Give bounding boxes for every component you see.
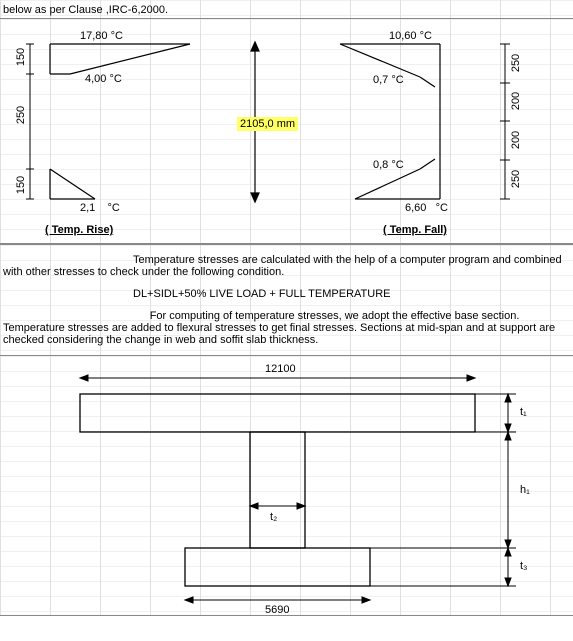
right-dim-3: 200 — [510, 131, 522, 149]
rise-t3: 2,1 °C — [80, 202, 120, 214]
fall-t3: 0,8 °C — [373, 159, 404, 171]
fall-t2: 0,7 °C — [373, 74, 404, 86]
fall-t4: 6,60 °C — [405, 202, 448, 214]
right-dim-1: 250 — [510, 54, 522, 72]
top-width: 12100 — [265, 363, 296, 375]
t1-label: t₁ — [520, 406, 527, 418]
fall-caption: ( Temp. Fall) — [383, 224, 447, 236]
para-1: Temperature stresses are calculated with… — [3, 254, 570, 278]
left-dim-mid: 250 — [15, 106, 27, 124]
left-dim-bot: 150 — [15, 176, 27, 194]
web-thickness: t₂ — [270, 511, 277, 523]
right-dim-4: 250 — [510, 170, 522, 188]
h1-label: h₁ — [520, 484, 530, 496]
body-text: Temperature stresses are calculated with… — [0, 244, 573, 356]
fall-t1: 10,60 °C — [389, 30, 432, 42]
t3-label: t₃ — [520, 560, 528, 572]
cross-section-diagram: 12100 t₂ 5690 t₁ h₁ t₃ — [0, 356, 573, 616]
rise-t2: 4,00 °C — [85, 73, 122, 85]
para-2: For computing of temperature stresses, w… — [3, 310, 570, 346]
rise-t1: 17,80 °C — [80, 30, 123, 42]
right-dim-2: 200 — [510, 92, 522, 110]
section-svg — [0, 356, 573, 616]
bot-width: 5690 — [265, 604, 289, 616]
left-dim-top: 150 — [15, 48, 27, 66]
intro-text: below as per Clause ,IRC-6,2000. — [0, 0, 573, 19]
formula-line: DL+SIDL+50% LIVE LOAD + FULL TEMPERATURE — [3, 288, 570, 300]
depth-highlight: 2105,0 mm — [237, 117, 298, 131]
intro-line: below as per Clause ,IRC-6,2000. — [3, 4, 168, 16]
temperature-diagram: 17,80 °C 4,00 °C 2,1 °C 150 250 150 2105… — [0, 19, 573, 244]
rise-caption: ( Temp. Rise) — [45, 224, 113, 236]
